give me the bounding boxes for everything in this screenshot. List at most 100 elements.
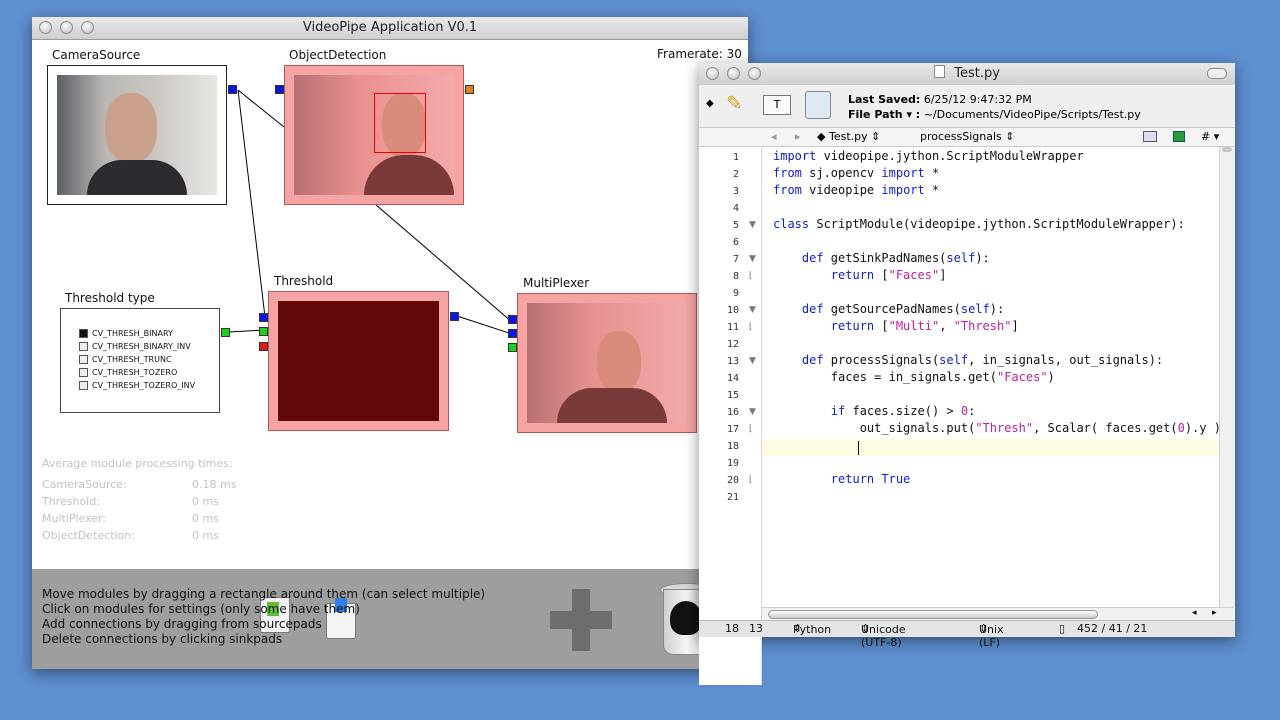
file-path-label[interactable]: File Path ▾ :: [848, 108, 920, 121]
threshold-sink-pad-2[interactable]: [259, 342, 268, 351]
threshold-type-label: Threshold type: [65, 291, 155, 305]
vertical-scroll-thumb[interactable]: [1222, 147, 1232, 152]
threshold-type-source-pad[interactable]: [221, 328, 230, 337]
status-line: 18: [725, 622, 739, 635]
object-detection-module[interactable]: [284, 65, 464, 205]
script-icon[interactable]: [805, 91, 831, 119]
scroll-left-arrow-icon[interactable]: ◂: [1192, 608, 1197, 618]
nav-file-label: Test.py: [828, 130, 868, 143]
document-icon: [934, 65, 946, 78]
help-text: Delete connections by clicking sinkpads: [42, 632, 283, 646]
editor-toolbar: ◆ ✎ T Last Saved: 6/25/12 9:47:32 PM Fil…: [699, 85, 1235, 127]
thresh-option[interactable]: CV_THRESH_BINARY_INV: [79, 342, 191, 351]
line-ending-label: Unix (LF): [979, 623, 1004, 649]
last-saved-value: 6/25/12 9:47:32 PM: [923, 93, 1032, 106]
camera-source-module[interactable]: [47, 65, 227, 205]
multiplexer-image: [527, 303, 687, 423]
stat-name: MultiPlexer:: [42, 512, 107, 525]
status-column: 13: [749, 622, 763, 635]
multiplexer-sink-pad[interactable]: [508, 315, 517, 324]
thresh-option[interactable]: CV_THRESH_TOZERO: [79, 368, 177, 377]
green-square-icon[interactable]: [1173, 131, 1185, 142]
horizontal-scroll-thumb[interactable]: [768, 610, 1098, 619]
camera-preview-image: [57, 75, 217, 195]
markers-menu[interactable]: # ▾: [1201, 130, 1219, 143]
encoding-menu[interactable]: Unicode (UTF-8) ⇕: [861, 622, 906, 649]
document-stats: 452 / 41 / 21: [1077, 622, 1148, 635]
threshold-source-pad[interactable]: [450, 312, 459, 321]
file-path-row[interactable]: File Path ▾ : ~/Documents/VideoPipe/Scri…: [848, 108, 1141, 121]
help-text: Move modules by dragging a rectangle aro…: [42, 587, 486, 601]
code-line: faces = in_signals.get("Faces"): [773, 370, 1055, 384]
markers-label: #: [1201, 130, 1211, 143]
stat-value: 0 ms: [192, 512, 219, 525]
language-menu[interactable]: Python ⇕: [793, 622, 831, 636]
status-bar: 18 13 Python ⇕ Unicode (UTF-8) ⇕ Unix (L…: [699, 620, 1235, 649]
object-detection-source-pad[interactable]: [465, 85, 474, 94]
editor-window: Test.py ◆ ✎ T Last Saved: 6/25/12 9:47:3…: [699, 63, 1235, 685]
code-line: def getSourcePadNames(self):: [773, 302, 1005, 316]
add-module-icon[interactable]: [550, 589, 612, 651]
code-line: def getSinkPadNames(self):: [773, 251, 990, 265]
code-line: return ["Multi", "Thresh"]: [773, 319, 1019, 333]
forward-arrow-icon[interactable]: ▸: [795, 130, 801, 143]
multiplexer-sink-pad-2[interactable]: [508, 329, 517, 338]
editor-title: Test.py: [954, 66, 1000, 81]
file-menu[interactable]: ◆ Test.py ⇕: [817, 130, 880, 143]
stat-name: CameraSource:: [42, 478, 127, 491]
stat-name: Threshold:: [42, 495, 100, 508]
help-text: Add connections by dragging from sourcep…: [42, 617, 322, 631]
function-menu[interactable]: processSignals ⇕: [920, 130, 1015, 143]
object-detection-label: ObjectDetection: [289, 48, 387, 62]
object-detection-sink-pad[interactable]: [275, 85, 284, 94]
scroll-right-arrow-icon[interactable]: ▸: [1212, 608, 1217, 618]
multiplexer-module[interactable]: [517, 293, 697, 433]
navigation-bar: ◂ ▸ ◆ Test.py ⇕ processSignals ⇕ # ▾: [699, 127, 1235, 147]
bottom-toolbar: Move modules by dragging a rectangle aro…: [32, 569, 748, 669]
thresh-option[interactable]: CV_THRESH_BINARY: [79, 329, 173, 338]
stat-value: 0.18 ms: [192, 478, 237, 491]
thresh-option[interactable]: CV_THRESH_TRUNC: [79, 355, 172, 364]
threshold-image: [278, 301, 439, 421]
code-line: class ScriptModule(videopipe.jython.Scri…: [773, 217, 1185, 231]
camera-source-pad[interactable]: [228, 85, 237, 94]
code-lines: import videopipe.jython.ScriptModuleWrap…: [699, 147, 1219, 607]
zoom-button[interactable]: [748, 67, 761, 80]
threshold-label: Threshold: [274, 274, 334, 288]
threshold-type-module[interactable]: CV_THRESH_BINARY CV_THRESH_BINARY_INV CV…: [60, 308, 220, 413]
minimize-button[interactable]: [727, 67, 740, 80]
close-button[interactable]: [706, 67, 719, 80]
thresh-option[interactable]: CV_THRESH_TOZERO_INV: [79, 381, 195, 390]
help-text: Click on modules for settings (only some…: [42, 602, 360, 616]
toolbar-toggle-button[interactable]: [1207, 68, 1227, 79]
editor-titlebar: Test.py: [699, 63, 1235, 86]
object-detection-image: [294, 75, 454, 195]
stat-value: 0 ms: [192, 495, 219, 508]
nav-function-label: processSignals: [920, 130, 1002, 143]
threshold-param-pad[interactable]: [259, 327, 268, 336]
stats-heading: Average module processing times:: [42, 457, 233, 470]
code-line: return True: [773, 472, 911, 486]
text-options-icon[interactable]: T: [763, 95, 791, 115]
threshold-module[interactable]: [268, 291, 449, 431]
threshold-sink-pad[interactable]: [259, 313, 268, 322]
vertical-scrollbar[interactable]: [1219, 147, 1235, 607]
code-line: if faces.size() > 0:: [773, 404, 976, 418]
split-view-icon[interactable]: [1143, 131, 1157, 142]
code-line: import videopipe.jython.ScriptModuleWrap…: [773, 149, 1084, 163]
code-line: return ["Faces"]: [773, 268, 947, 282]
document-stats-icon: ▯: [1059, 622, 1066, 635]
code-line: out_signals.put("Thresh", Scalar( faces.…: [773, 421, 1219, 435]
multiplexer-sink-pad-3[interactable]: [508, 343, 517, 352]
multiplexer-label: MultiPlexer: [523, 276, 590, 290]
code-line: def processSignals(self, in_signals, out…: [773, 353, 1164, 367]
diamond-icon[interactable]: ◆: [706, 98, 714, 109]
back-arrow-icon[interactable]: ◂: [771, 130, 777, 143]
last-saved-row: Last Saved: 6/25/12 9:47:32 PM: [848, 93, 1032, 106]
last-saved-label: Last Saved:: [848, 93, 921, 106]
pencil-icon[interactable]: ✎: [726, 91, 743, 115]
language-label: Python: [793, 623, 832, 636]
stat-name: ObjectDetection:: [42, 529, 135, 542]
stat-value: 0 ms: [192, 529, 219, 542]
line-ending-menu[interactable]: Unix (LF) ⇕: [979, 622, 1004, 649]
